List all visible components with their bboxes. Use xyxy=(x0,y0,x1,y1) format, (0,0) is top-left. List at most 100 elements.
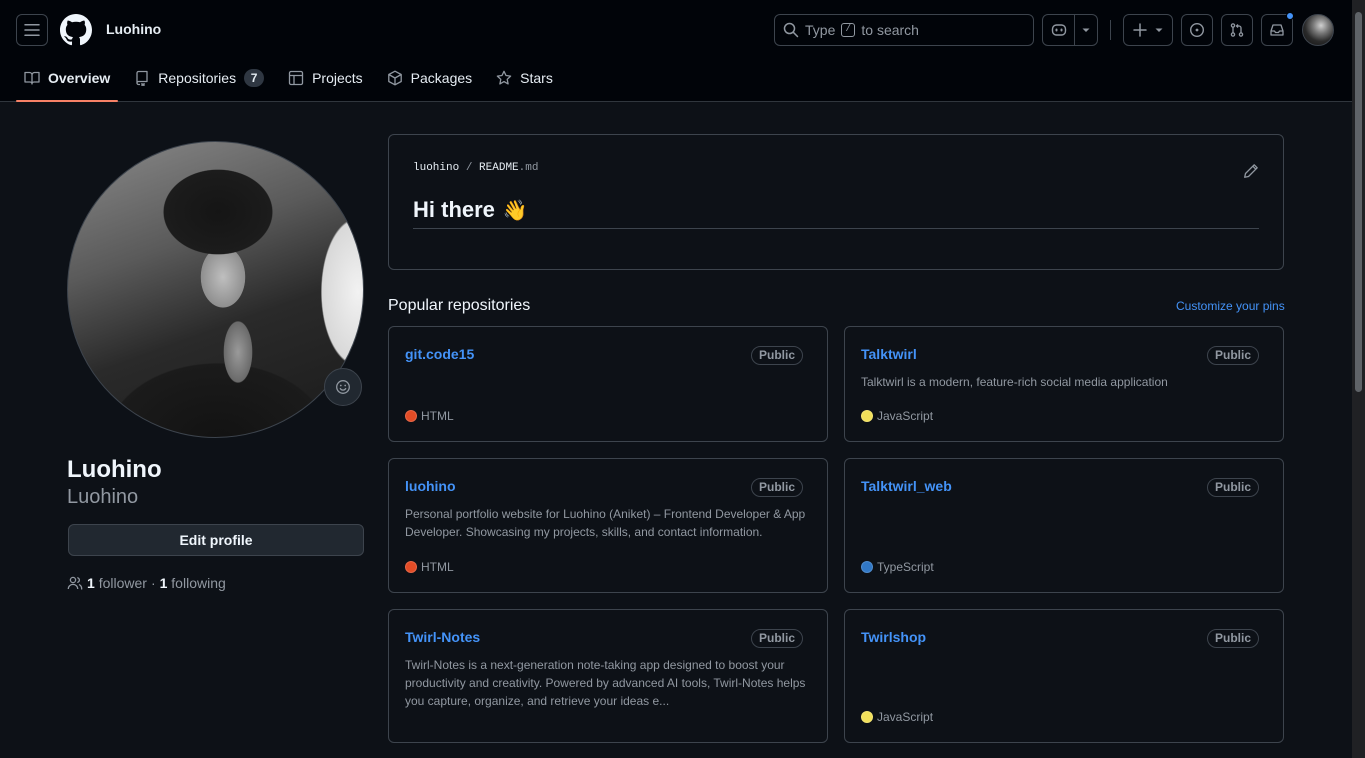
hamburger-icon xyxy=(24,24,40,36)
repo-language: TypeScript xyxy=(861,560,934,574)
language-name: HTML xyxy=(421,409,454,423)
tab-label: Packages xyxy=(410,70,473,86)
followers-count: 1 xyxy=(87,575,95,591)
readme-owner[interactable]: luohino xyxy=(413,162,459,174)
divider xyxy=(413,228,1259,229)
repo-description: Personal portfolio website for Luohino (… xyxy=(405,507,806,539)
pencil-icon xyxy=(1244,164,1258,178)
following-label: following xyxy=(171,575,226,591)
chevron-down-icon xyxy=(1082,28,1090,32)
edit-profile-button[interactable]: Edit profile xyxy=(68,524,364,556)
followers-link[interactable]: 1 follower xyxy=(87,575,147,591)
language-color-dot xyxy=(861,410,873,422)
plus-icon xyxy=(1133,23,1147,37)
language-color-dot xyxy=(861,561,873,573)
profile-avatar[interactable] xyxy=(67,141,364,438)
tab-label: Overview xyxy=(48,70,111,86)
book-icon xyxy=(24,71,40,85)
repo-name-link[interactable]: Twirl-Notes xyxy=(405,629,480,645)
followers-label: follower xyxy=(98,575,147,591)
tab-projects[interactable]: Projects xyxy=(280,62,371,94)
smiley-icon xyxy=(336,380,350,394)
table-icon xyxy=(288,70,304,86)
search-shortcut-key: / xyxy=(841,23,856,37)
package-icon xyxy=(387,70,402,86)
wave-emoji: 👋 xyxy=(502,199,528,222)
profile-login: Luohino xyxy=(67,486,139,508)
github-logo-icon[interactable] xyxy=(60,14,92,46)
language-color-dot xyxy=(405,410,417,422)
repo-card: Talktwirl Public Talktwirl is a modern, … xyxy=(844,326,1284,442)
repositories-count: 7 xyxy=(244,69,265,87)
repo-card: Twirl-Notes Public Twirl-Notes is a next… xyxy=(388,609,828,743)
customize-pins-link[interactable]: Customize your pins xyxy=(1176,299,1285,313)
set-status-button[interactable] xyxy=(324,368,362,406)
page-scrollbar[interactable] xyxy=(1352,0,1365,758)
people-icon xyxy=(67,576,83,590)
repo-icon xyxy=(136,70,148,86)
visibility-badge: Public xyxy=(1206,346,1259,365)
readme-path: luohino / README.md xyxy=(413,162,538,174)
scrollbar-thumb[interactable] xyxy=(1355,12,1362,392)
visibility-badge: Public xyxy=(1206,478,1259,497)
language-name: JavaScript xyxy=(877,710,934,724)
menu-button[interactable] xyxy=(16,14,48,46)
inbox-icon xyxy=(1270,24,1284,36)
language-name: TypeScript xyxy=(877,560,934,574)
copilot-button-group xyxy=(1042,14,1098,46)
copilot-dropdown[interactable] xyxy=(1075,15,1097,45)
tab-packages[interactable]: Packages xyxy=(379,62,480,94)
repo-language: HTML xyxy=(405,560,454,574)
tab-label: Stars xyxy=(520,70,553,86)
profile-tabs: Overview Repositories 7 Projects Package… xyxy=(16,62,569,102)
repo-name-link[interactable]: Twirlshop xyxy=(861,629,926,645)
following-link[interactable]: 1 following xyxy=(160,575,226,591)
user-avatar[interactable] xyxy=(1302,14,1334,46)
repo-language: JavaScript xyxy=(861,710,933,724)
copilot-button[interactable] xyxy=(1043,15,1074,45)
readme-ext: .md xyxy=(518,162,539,174)
search-input[interactable]: Type / to search xyxy=(774,14,1034,46)
visibility-badge: Public xyxy=(750,629,803,648)
readme-heading: Hi there 👋 xyxy=(413,197,528,223)
repo-name-link[interactable]: luohino xyxy=(405,478,456,494)
search-prefix: Type xyxy=(805,22,836,38)
repo-name-link[interactable]: Talktwirl xyxy=(861,346,917,362)
repo-name-link[interactable]: Talktwirl_web xyxy=(861,478,952,494)
copilot-icon xyxy=(1051,24,1066,36)
profile-readme: luohino / README.md Hi there 👋 xyxy=(388,134,1284,270)
popular-repos-title: Popular repositories xyxy=(388,297,531,314)
tab-overview[interactable]: Overview xyxy=(16,62,119,102)
visibility-badge: Public xyxy=(1206,629,1259,648)
issue-opened-icon xyxy=(1189,22,1205,38)
create-new-button[interactable] xyxy=(1123,14,1173,46)
tab-repositories[interactable]: Repositories 7 xyxy=(126,62,272,94)
git-pull-request-icon xyxy=(1230,23,1244,37)
context-username[interactable]: Luohino xyxy=(106,21,161,37)
pull-requests-button[interactable] xyxy=(1221,14,1253,46)
issues-button[interactable] xyxy=(1181,14,1213,46)
repo-card: Twirlshop Public JavaScript xyxy=(844,609,1284,743)
tab-stars[interactable]: Stars xyxy=(488,62,561,94)
repo-name-link[interactable]: git.code15 xyxy=(405,346,474,362)
separator: · xyxy=(150,575,156,591)
language-color-dot xyxy=(861,711,873,723)
language-name: JavaScript xyxy=(877,409,934,423)
star-icon xyxy=(496,70,512,85)
tab-label: Projects xyxy=(312,70,363,86)
following-count: 1 xyxy=(159,575,168,591)
language-name: HTML xyxy=(421,560,454,574)
app-header: Luohino Type / to search Overview Reposi… xyxy=(0,0,1352,102)
chevron-down-icon xyxy=(1155,28,1163,32)
readme-heading-text: Hi there xyxy=(413,197,495,222)
readme-file[interactable]: README xyxy=(479,162,519,174)
repo-card: luohino Public Personal portfolio websit… xyxy=(388,458,828,593)
follow-stats: 1 follower · 1 following xyxy=(67,575,226,591)
repo-description: Talktwirl is a modern, feature-rich soci… xyxy=(861,375,1168,389)
repo-language: JavaScript xyxy=(861,409,933,423)
repo-card: git.code15 Public HTML xyxy=(388,326,828,442)
edit-readme-button[interactable] xyxy=(1243,163,1259,179)
search-icon xyxy=(783,22,799,38)
repo-card: Talktwirl_web Public TypeScript xyxy=(844,458,1284,593)
profile-name: Luohino xyxy=(67,456,162,483)
